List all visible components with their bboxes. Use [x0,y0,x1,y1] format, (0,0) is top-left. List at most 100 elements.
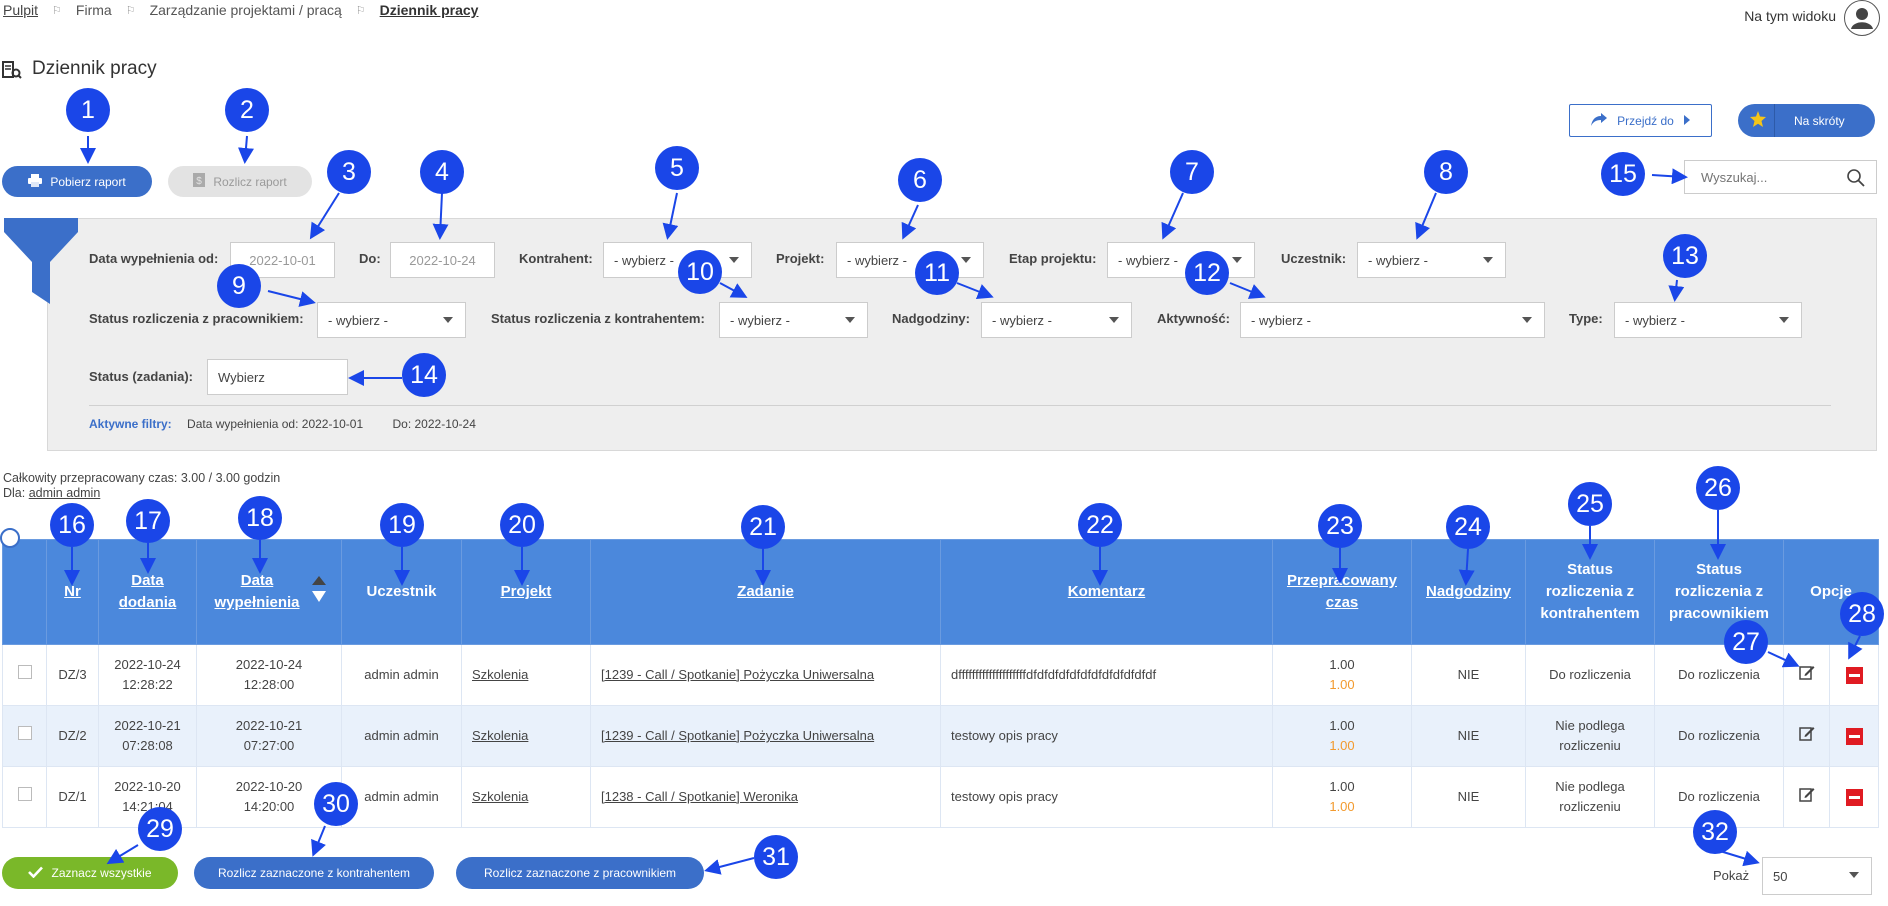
settle-employee-button[interactable]: Rozlicz zaznaczone z pracownikiem [456,857,704,889]
cell-added: 2022-10-24 12:28:22 [98,644,197,706]
breadcrumb-separator-icon: ⚐ [125,4,136,17]
settle-contractor-button[interactable]: Rozlicz zaznaczone z kontrahentem [194,857,434,889]
row-checkbox[interactable] [2,766,47,828]
callout-22: 22 [1078,503,1122,547]
breadcrumb-firma[interactable]: Firma [76,2,112,18]
cell-task[interactable]: [1238 - Call / Spotkanie] Weronika [590,766,941,828]
participant-label: Uczestnik: [1281,251,1347,266]
delete-icon[interactable] [1829,644,1879,706]
callout-2: 2 [225,88,269,132]
callout-31: 31 [754,835,798,879]
breadcrumb-projects[interactable]: Zarządzanie projektami / pracą [150,2,342,18]
cell-task[interactable]: [1239 - Call / Spotkanie] Pożyczka Uniwe… [590,705,941,767]
delete-icon[interactable] [1829,705,1879,767]
settle-report-button[interactable]: $ Rozlicz raport [168,166,312,197]
table-row: DZ/2 2022-10-21 07:28:08 2022-10-21 07:27:… [2,705,1879,767]
delete-icon[interactable] [1829,766,1879,828]
cell-nr: DZ/1 [46,766,99,828]
page-title: Dziennik pracy [32,58,157,79]
cell-nr: DZ/2 [46,705,99,767]
column-header-filled[interactable]: Data wypełnienia [196,539,342,645]
callout-17: 17 [126,499,170,543]
cell-comment: testowy opis pracy [940,705,1273,767]
callout-13: 13 [1663,234,1707,278]
employee-settlement-select[interactable]: - wybierz - [317,302,466,338]
search-input[interactable] [1699,161,1853,193]
share-arrow-icon [1591,112,1608,129]
summary-for: Dla: admin admin [3,486,101,500]
active-filter-to[interactable]: Do: 2022-10-24 [393,417,476,431]
breadcrumb-current[interactable]: Dziennik pracy [380,2,479,18]
user-avatar-icon[interactable] [1844,0,1880,36]
sort-arrows-icon[interactable] [312,575,326,609]
date-from-label: Data wypełnienia od: [89,251,219,266]
edit-icon[interactable] [1783,766,1830,828]
project-stage-select[interactable]: - wybierz - [1107,242,1255,278]
active-filter-from[interactable]: Data wypełnienia od: 2022-10-01 [187,417,363,431]
active-filters-label: Aktywne filtry: [89,417,172,431]
search-icon[interactable] [1846,168,1866,191]
project-select[interactable]: - wybierz - [836,242,984,278]
breadcrumb-separator-icon: ⚐ [52,4,62,17]
column-header-overtime[interactable]: Nadgodziny [1411,539,1526,645]
cell-task[interactable]: [1239 - Call / Spotkanie] Pożyczka Uniwe… [590,644,941,706]
table-row: DZ/1 2022-10-20 14:21:04 2022-10-20 14:20:… [2,766,1879,828]
cell-overtime: NIE [1411,644,1526,706]
callout-11: 11 [915,251,959,295]
row-checkbox[interactable] [2,644,47,706]
callout-29: 29 [138,807,182,851]
cell-worked-time: 1.00 1.00 [1272,644,1412,706]
column-header-project[interactable]: Projekt [461,539,591,645]
column-header-nr[interactable]: Nr [46,539,99,645]
cell-contractor-status: Nie podlega rozliczeniu [1525,766,1655,828]
task-status-select[interactable]: Wybierz [207,359,348,395]
cell-project[interactable]: Szkolenia [461,705,591,767]
callout-24: 24 [1446,505,1490,549]
activity-select[interactable]: - wybierz - [1240,302,1545,338]
cell-project[interactable]: Szkolenia [461,644,591,706]
total-worked-time: Całkowity przepracowany czas: 3.00 / 3.0… [3,471,281,485]
edit-icon[interactable] [1783,644,1830,706]
cell-worked-time: 1.00 1.00 [1272,766,1412,828]
row-checkbox[interactable] [2,705,47,767]
date-to-input[interactable]: 2022-10-24 [390,242,495,278]
download-report-button[interactable]: Pobierz raport [2,166,152,197]
column-header-added[interactable]: Data dodania [98,539,197,645]
column-header-contractor-status: Status rozliczenia z kontrahentem [1525,539,1655,645]
table-header-row: Nr Data dodania Data wypełnienia Uczestn… [2,539,1879,645]
column-settings-icon[interactable] [0,528,20,548]
shortcuts-button[interactable]: Na skróty [1738,104,1875,137]
edit-icon[interactable] [1783,705,1830,767]
shortcuts-divider [1774,104,1775,137]
breadcrumb-pulpit[interactable]: Pulpit [3,2,38,18]
page-size-select[interactable]: 50 [1762,857,1872,895]
column-header-worked-time[interactable]: Przepracowany czas [1272,539,1412,645]
employee-settlement-label: Status rozliczenia z pracownikiem: [89,311,304,326]
type-select[interactable]: - wybierz - [1614,302,1802,338]
work-log-table: Nr Data dodania Data wypełnienia Uczestn… [2,539,1879,828]
filter-funnel-icon [4,218,78,307]
column-header-task[interactable]: Zadanie [590,539,941,645]
summary-user-link[interactable]: admin admin [29,486,101,500]
callout-20: 20 [500,503,544,547]
overtime-select[interactable]: - wybierz - [981,302,1132,338]
cell-project[interactable]: Szkolenia [461,766,591,828]
table-row: DZ/3 2022-10-24 12:28:22 2022-10-24 12:28:… [2,644,1879,706]
project-label: Projekt: [776,251,825,266]
cell-overtime: NIE [1411,705,1526,767]
chevron-down-icon [845,317,855,323]
callout-3: 3 [327,150,371,194]
callout-30: 30 [314,782,358,826]
chevron-down-icon [961,257,971,263]
search-box[interactable] [1684,160,1877,194]
go-to-button[interactable]: Przejdź do [1569,104,1712,137]
callout-23: 23 [1318,504,1362,548]
cell-added: 2022-10-21 07:28:08 [98,705,197,767]
cell-participant: admin admin [341,766,462,828]
participant-select[interactable]: - wybierz - [1357,242,1506,278]
log-icon [2,60,22,80]
contractor-settlement-select[interactable]: - wybierz - [719,302,868,338]
column-header-comment[interactable]: Komentarz [940,539,1273,645]
select-all-button[interactable]: Zaznacz wszystkie [2,857,178,889]
filter-divider [89,405,1831,406]
